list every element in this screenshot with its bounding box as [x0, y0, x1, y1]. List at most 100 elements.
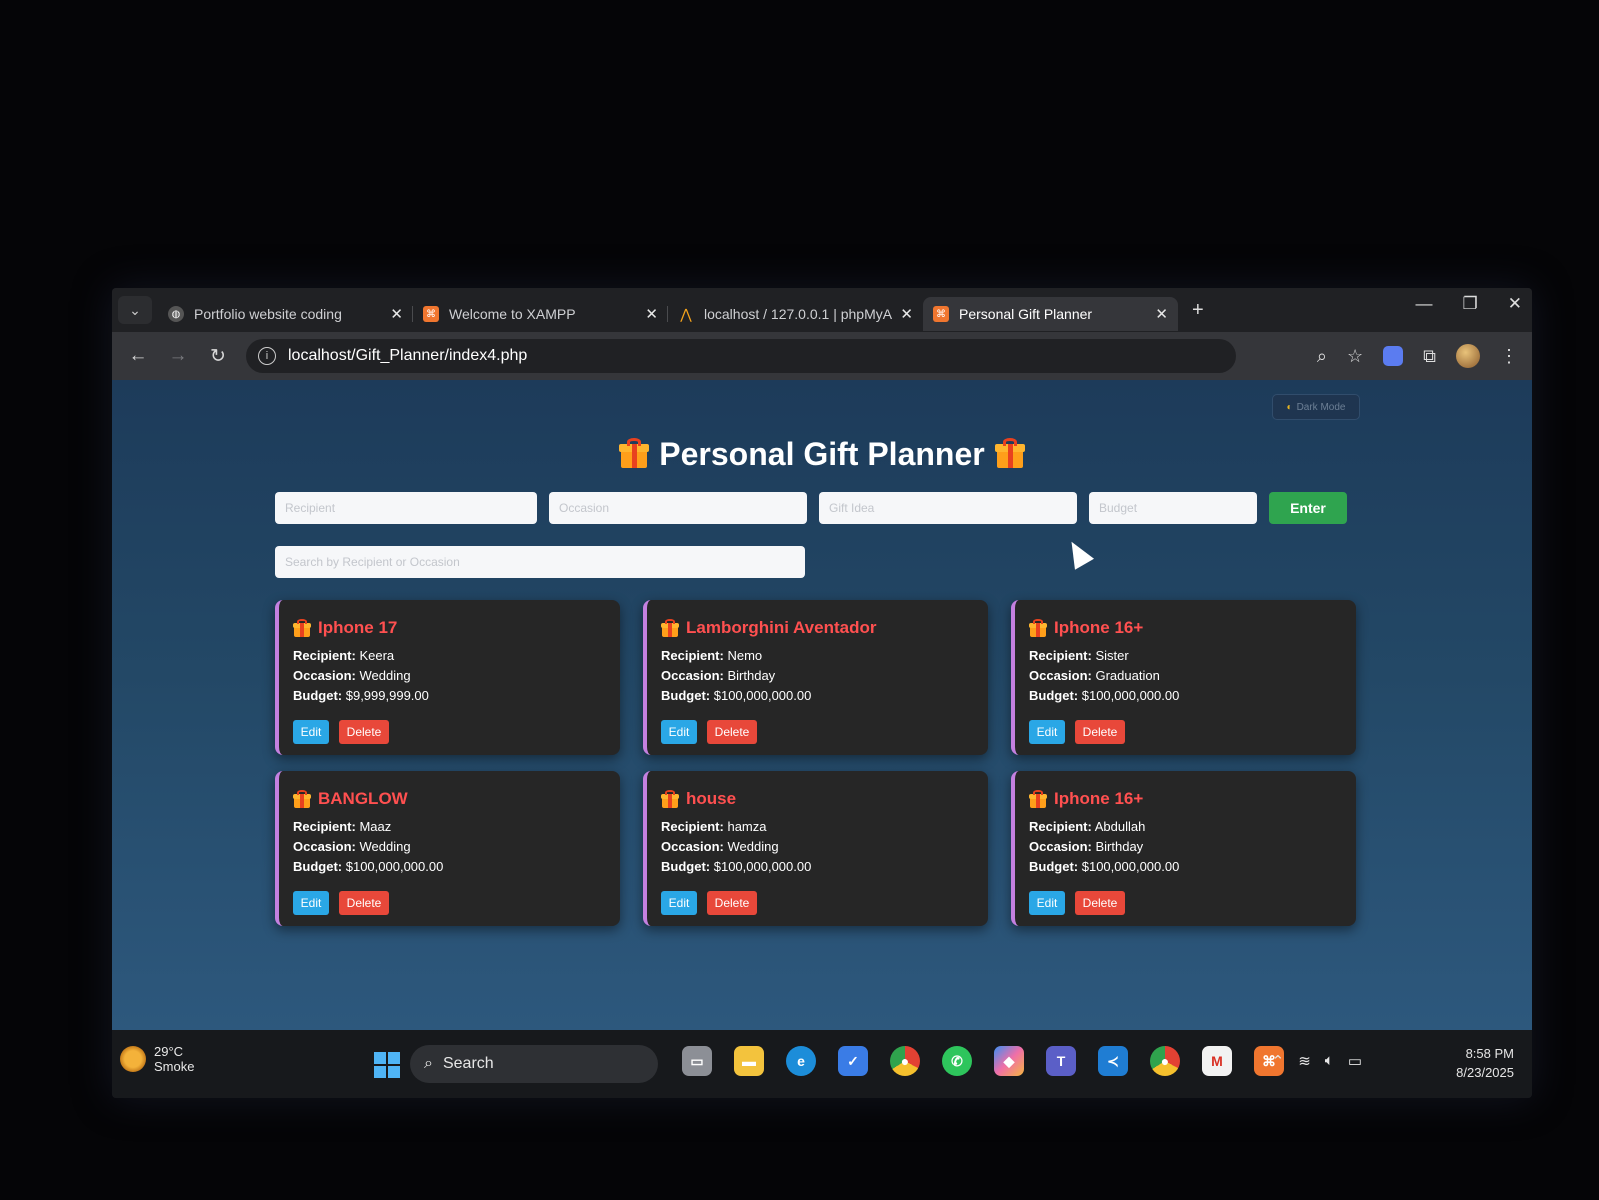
whatsapp-icon[interactable]: ✆ [942, 1046, 972, 1076]
toolbar-actions: ⌕ ☆ ⧉ ⋮ [1317, 344, 1518, 368]
recipient-value: hamza [727, 819, 767, 834]
taskbar-clock[interactable]: 8:58 PM 8/23/2025 [1456, 1044, 1514, 1082]
bookmark-star-icon[interactable]: ☆ [1347, 346, 1363, 367]
search-input[interactable] [275, 546, 805, 578]
zoom-icon[interactable]: ⌕ [1317, 346, 1327, 367]
delete-button[interactable]: Delete [707, 720, 757, 744]
delete-button[interactable]: Delete [339, 720, 389, 744]
recipient-input[interactable] [275, 492, 537, 524]
gift-card-title: BANGLOW [293, 789, 606, 809]
budget-value: $100,000,000.00 [713, 688, 812, 703]
gmail-icon[interactable]: M [1202, 1046, 1232, 1076]
gift-card: house Recipient: hamza Occasion: Wedding… [643, 771, 988, 926]
minimize-icon[interactable]: — [1416, 294, 1433, 314]
close-icon[interactable]: ✕ [390, 305, 403, 323]
teams-icon[interactable]: T [1046, 1046, 1076, 1076]
wifi-icon[interactable]: ≋ [1298, 1052, 1311, 1070]
tab-gift-planner[interactable]: ⌘ Personal Gift Planner ✕ [923, 297, 1178, 331]
budget-value: $100,000,000.00 [345, 859, 444, 874]
restore-icon[interactable]: ❐ [1463, 294, 1478, 314]
budget-input[interactable] [1089, 492, 1257, 524]
card-actions: Edit Delete [293, 720, 606, 744]
chevron-up-icon[interactable]: ⌃ [1272, 1052, 1285, 1070]
budget-value: $100,000,000.00 [1081, 859, 1180, 874]
gift-card: Lamborghini Aventador Recipient: Nemo Oc… [643, 600, 988, 755]
occasion-value: Wedding [359, 668, 411, 683]
menu-kebab-icon[interactable]: ⋮ [1500, 346, 1518, 367]
delete-button[interactable]: Delete [707, 891, 757, 915]
todo-icon[interactable]: ✓ [838, 1046, 868, 1076]
occasion-label: Occasion: [1029, 668, 1092, 683]
task-view-icon[interactable]: ▭ [682, 1046, 712, 1076]
extension-icon[interactable] [1383, 346, 1404, 366]
delete-button[interactable]: Delete [339, 891, 389, 915]
url-text: localhost/Gift_Planner/index4.php [288, 347, 528, 364]
gift-card: Iphone 16+ Recipient: Sister Occasion: G… [1011, 600, 1356, 755]
edit-button[interactable]: Edit [661, 891, 697, 915]
recipient-line: Recipient: Sister [1029, 646, 1342, 666]
system-tray: ⌃ ≋ 🔈︎ ▭ [1272, 1052, 1362, 1070]
gift-idea-input[interactable] [819, 492, 1077, 524]
close-icon[interactable]: ✕ [1155, 305, 1168, 323]
chrome-icon[interactable]: ● [890, 1046, 920, 1076]
copilot-icon[interactable]: ◆ [994, 1046, 1024, 1076]
close-icon[interactable]: ✕ [900, 305, 913, 323]
occasion-input[interactable] [549, 492, 807, 524]
recipient-label: Recipient: [293, 819, 356, 834]
budget-value: $100,000,000.00 [713, 859, 812, 874]
gift-card-title: Lamborghini Aventador [661, 618, 974, 638]
mouse-pointer-icon [1061, 536, 1095, 570]
delete-button[interactable]: Delete [1075, 720, 1125, 744]
chrome-profile-icon[interactable]: ● [1150, 1046, 1180, 1076]
edit-button[interactable]: Edit [293, 720, 329, 744]
recipient-label: Recipient: [293, 648, 356, 663]
tab-xampp[interactable]: ⌘ Welcome to XAMPP ✕ [413, 297, 668, 331]
edit-button[interactable]: Edit [1029, 891, 1065, 915]
vscode-icon[interactable]: ≺ [1098, 1046, 1128, 1076]
profile-avatar-icon[interactable] [1456, 344, 1480, 368]
enter-button[interactable]: Enter [1269, 492, 1347, 524]
windows-taskbar: 29°C Smoke ⌕ Search ▭ ▬ e ✓ ● ✆ ◆ T ≺ ● … [112, 1030, 1532, 1098]
delete-button[interactable]: Delete [1075, 891, 1125, 915]
gift-card: Iphone 16+ Recipient: Abdullah Occasion:… [1011, 771, 1356, 926]
moon-icon: ◐ [1286, 401, 1293, 413]
windows-start-icon[interactable] [374, 1052, 400, 1078]
weather-widget[interactable]: 29°C Smoke [120, 1044, 194, 1074]
tab-phpmyadmin[interactable]: ⋀ localhost / 127.0.0.1 | phpMyAd ✕ [668, 297, 923, 331]
edit-button[interactable]: Edit [1029, 720, 1065, 744]
battery-icon[interactable]: ▭ [1348, 1052, 1362, 1070]
occasion-line: Occasion: Birthday [1029, 837, 1342, 857]
tab-title: Welcome to XAMPP [449, 306, 576, 322]
gift-name: Lamborghini Aventador [686, 618, 877, 637]
tab-portfolio[interactable]: ◍ Portfolio website coding ✕ [158, 297, 413, 331]
edit-button[interactable]: Edit [293, 891, 329, 915]
budget-label: Budget: [1029, 859, 1079, 874]
budget-line: Budget: $100,000,000.00 [293, 857, 606, 877]
edge-icon[interactable]: e [786, 1046, 816, 1076]
back-arrow-icon[interactable]: ← [118, 345, 158, 367]
volume-icon[interactable]: 🔈︎ [1325, 1052, 1334, 1070]
occasion-value: Wedding [727, 839, 779, 854]
tab-search-chevron-icon[interactable]: ⌄ [118, 296, 152, 324]
forward-arrow-icon[interactable]: → [158, 345, 198, 367]
edit-button[interactable]: Edit [661, 720, 697, 744]
budget-label: Budget: [661, 859, 711, 874]
occasion-line: Occasion: Graduation [1029, 666, 1342, 686]
dark-mode-button[interactable]: ◐ Dark Mode [1272, 394, 1360, 420]
taskbar-search[interactable]: ⌕ Search [410, 1045, 658, 1083]
budget-label: Budget: [293, 688, 343, 703]
card-actions: Edit Delete [661, 891, 974, 915]
recipient-label: Recipient: [1029, 819, 1092, 834]
close-window-icon[interactable]: ✕ [1508, 294, 1522, 314]
weather-desc: Smoke [154, 1059, 195, 1074]
taskbar-apps: ▭ ▬ e ✓ ● ✆ ◆ T ≺ ● M ⌘ [682, 1046, 1284, 1076]
extensions-puzzle-icon[interactable]: ⧉ [1423, 346, 1436, 367]
new-tab-plus-icon[interactable]: + [1192, 299, 1204, 322]
card-actions: Edit Delete [661, 720, 974, 744]
reload-icon[interactable]: ↻ [198, 345, 238, 368]
close-icon[interactable]: ✕ [645, 305, 658, 323]
file-explorer-icon[interactable]: ▬ [734, 1046, 764, 1076]
address-bar[interactable]: i localhost/Gift_Planner/index4.php [246, 339, 1236, 373]
site-info-icon[interactable]: i [258, 347, 276, 365]
search-icon: ⌕ [424, 1055, 433, 1072]
